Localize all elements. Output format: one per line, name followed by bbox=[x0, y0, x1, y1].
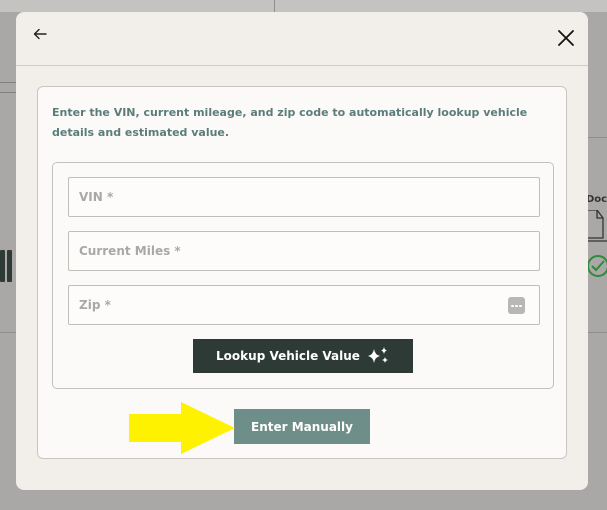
lookup-form: Lookup Vehicle Value bbox=[52, 162, 554, 389]
background-divider bbox=[588, 332, 607, 333]
current-miles-input[interactable] bbox=[69, 232, 539, 270]
vin-input[interactable] bbox=[69, 178, 539, 216]
lookup-card: Enter the VIN, current mileage, and zip … bbox=[37, 86, 567, 459]
document-check-icon bbox=[585, 209, 607, 280]
current-miles-field[interactable] bbox=[68, 231, 540, 271]
zip-input[interactable] bbox=[69, 286, 539, 324]
background-divider bbox=[0, 92, 16, 93]
lookup-vehicle-modal: Enter the VIN, current mileage, and zip … bbox=[16, 12, 588, 490]
arrow-left-icon[interactable] bbox=[30, 24, 50, 44]
background-divider bbox=[588, 137, 607, 138]
background-page-top bbox=[0, 0, 607, 12]
instructions-text: Enter the VIN, current mileage, and zip … bbox=[52, 106, 528, 139]
zip-field[interactable] bbox=[68, 285, 540, 325]
lookup-vehicle-value-button[interactable]: Lookup Vehicle Value bbox=[193, 339, 413, 373]
arrow-right-icon bbox=[129, 402, 235, 454]
lookup-button-label: Lookup Vehicle Value bbox=[216, 349, 360, 363]
modal-header bbox=[16, 12, 588, 66]
close-x-icon[interactable] bbox=[556, 28, 576, 48]
background-doc-label: Doc bbox=[586, 194, 607, 205]
enter-manually-button[interactable]: Enter Manually bbox=[234, 409, 370, 444]
background-divider bbox=[274, 0, 275, 12]
sparkle-icon bbox=[367, 347, 388, 363]
background-divider bbox=[0, 332, 16, 333]
background-divider bbox=[0, 82, 16, 83]
autofill-dots-icon[interactable] bbox=[508, 297, 525, 314]
vin-field[interactable] bbox=[68, 177, 540, 217]
background-bars-icon bbox=[0, 250, 14, 282]
